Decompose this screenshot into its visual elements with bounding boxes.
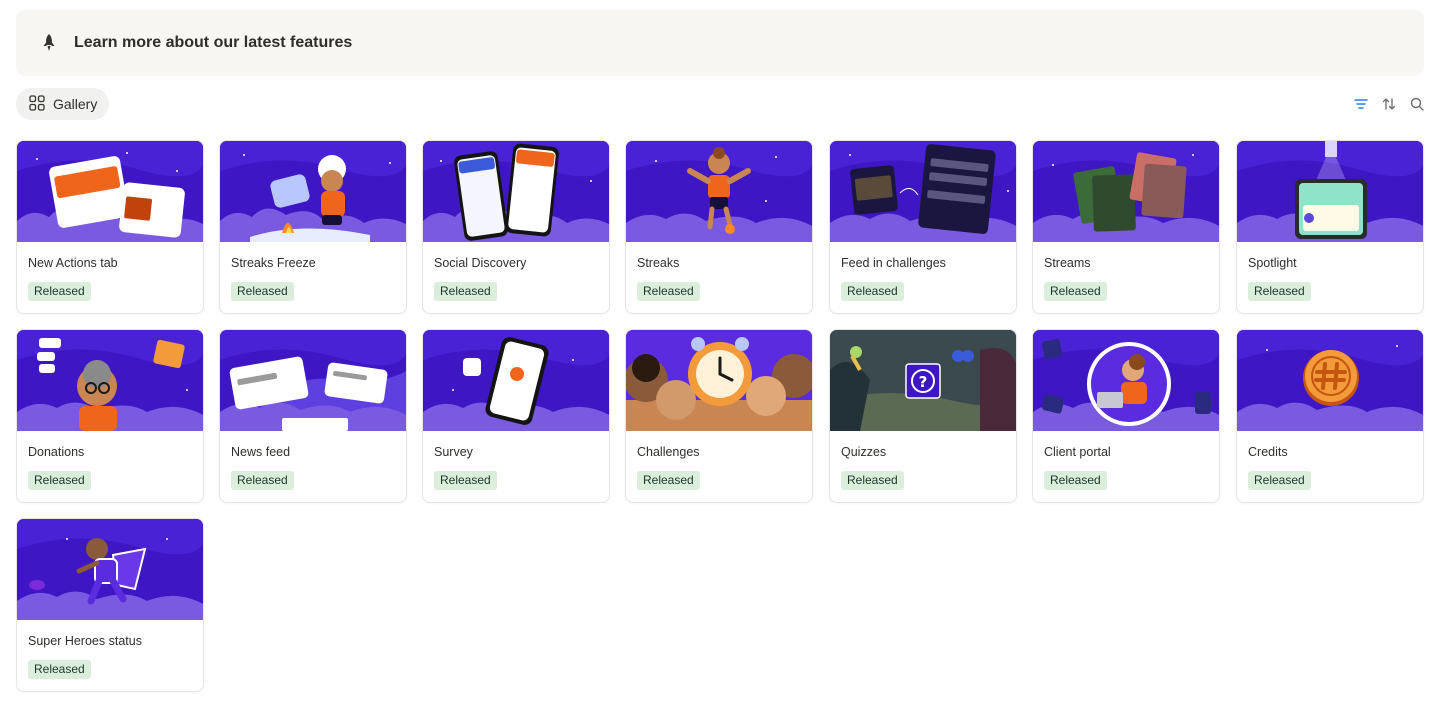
status-badge: Released — [1248, 282, 1311, 301]
view-tab-gallery[interactable]: Gallery — [16, 88, 110, 120]
status-badge: Released — [637, 471, 700, 490]
card-title: Social Discovery — [434, 256, 527, 270]
gallery-grid-icon — [29, 94, 45, 114]
card-title: Challenges — [637, 445, 700, 459]
card-title: Spotlight — [1248, 256, 1297, 270]
rocket-icon — [40, 33, 58, 53]
card-title: Donations — [28, 445, 85, 459]
callout-title: Learn more about our latest features — [74, 34, 353, 51]
filter-icon[interactable] — [1353, 95, 1369, 113]
gallery-card-feed-in-challenges[interactable]: Feed in challenges Released — [829, 140, 1017, 314]
sort-icon[interactable] — [1381, 95, 1397, 113]
status-badge: Released — [841, 471, 904, 490]
view-tab-label: Gallery — [53, 96, 98, 112]
card-cover-image — [1033, 141, 1219, 242]
gallery-card-super-heroes-status[interactable]: Super Heroes status Released — [16, 518, 204, 692]
view-toolbar — [1353, 95, 1425, 113]
card-cover-image — [830, 141, 1016, 242]
card-cover-image — [1237, 330, 1423, 431]
card-cover-image — [220, 141, 406, 242]
card-title: Survey — [434, 445, 473, 459]
card-cover-image: ? — [830, 330, 1016, 431]
gallery-card-streaks-freeze[interactable]: Streaks Freeze Released — [219, 140, 407, 314]
card-cover-image — [17, 141, 203, 242]
status-badge: Released — [434, 282, 497, 301]
card-cover-image — [626, 330, 812, 431]
gallery-card-news-feed[interactable]: News feed Released — [219, 329, 407, 503]
status-badge: Released — [1248, 471, 1311, 490]
status-badge: Released — [28, 660, 91, 679]
search-icon[interactable] — [1409, 95, 1425, 113]
status-badge: Released — [28, 282, 91, 301]
card-cover-image — [423, 330, 609, 431]
status-badge: Released — [434, 471, 497, 490]
card-cover-image — [220, 330, 406, 431]
card-title: Credits — [1248, 445, 1288, 459]
status-badge: Released — [231, 471, 294, 490]
card-title: Streaks Freeze — [231, 256, 316, 270]
card-cover-image — [17, 330, 203, 431]
gallery-card-credits[interactable]: Credits Released — [1236, 329, 1424, 503]
svg-text:?: ? — [919, 373, 928, 391]
gallery-card-spotlight[interactable]: Spotlight Released — [1236, 140, 1424, 314]
gallery-card-streams[interactable]: Streams Released — [1032, 140, 1220, 314]
card-title: Super Heroes status — [28, 634, 142, 648]
card-cover-image — [17, 519, 203, 620]
gallery-card-survey[interactable]: Survey Released — [422, 329, 610, 503]
card-cover-image — [1033, 330, 1219, 431]
gallery-card-streaks[interactable]: Streaks Released — [625, 140, 813, 314]
card-title: Feed in challenges — [841, 256, 946, 270]
gallery-card-challenges[interactable]: Challenges Released — [625, 329, 813, 503]
status-badge: Released — [1044, 282, 1107, 301]
feature-callout: Learn more about our latest features — [16, 10, 1424, 76]
gallery-card-social-discovery[interactable]: Social Discovery Released — [422, 140, 610, 314]
gallery-card-quizzes[interactable]: ? Quizzes Released — [829, 329, 1017, 503]
status-badge: Released — [231, 282, 294, 301]
card-title: Quizzes — [841, 445, 887, 459]
card-title: News feed — [231, 445, 291, 459]
status-badge: Released — [1044, 471, 1107, 490]
status-badge: Released — [28, 471, 91, 490]
card-title: Streams — [1044, 256, 1091, 270]
status-badge: Released — [841, 282, 904, 301]
gallery-card-new-actions-tab[interactable]: New Actions tab Released — [16, 140, 204, 314]
card-cover-image — [626, 141, 812, 242]
card-cover-image — [423, 141, 609, 242]
gallery-card-donations[interactable]: Donations Released — [16, 329, 204, 503]
card-cover-image — [1237, 141, 1423, 242]
card-title: Streaks — [637, 256, 680, 270]
card-title: New Actions tab — [28, 256, 118, 270]
status-badge: Released — [637, 282, 700, 301]
card-title: Client portal — [1044, 445, 1111, 459]
gallery-card-client-portal[interactable]: Client portal Released — [1032, 329, 1220, 503]
